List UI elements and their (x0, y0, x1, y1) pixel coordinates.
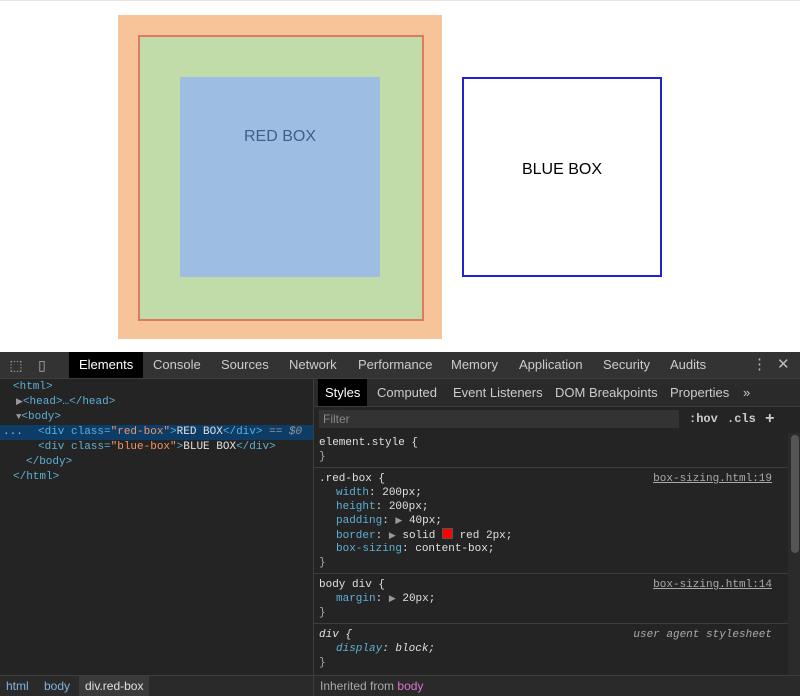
inherited-from-label: Inherited from body (313, 676, 423, 696)
tab-dom-breakpoints[interactable]: DOM Breakpoints (548, 379, 665, 406)
hover-state-toggle[interactable]: :hov (689, 410, 718, 428)
tab-console[interactable]: Console (143, 352, 211, 378)
dom-node-body-close[interactable]: </body> (0, 455, 313, 470)
more-options-icon[interactable]: ⋮ (752, 352, 767, 378)
styles-scrollbar[interactable] (788, 433, 800, 675)
decl-height[interactable]: height: 200px; (336, 500, 428, 514)
close-icon[interactable]: ✕ (777, 352, 790, 378)
style-rules: element.style { } .red-box { box-sizing.… (314, 433, 788, 675)
devtools-toolbar: ⬚ ▯ Elements Console Sources Network Per… (0, 352, 800, 379)
styles-filter-input[interactable]: Filter (319, 410, 679, 428)
decl-padding[interactable]: padding: ▶ 40px; (336, 514, 442, 528)
new-rule-plus-icon[interactable]: + (765, 410, 775, 428)
styles-filter-row: Filter :hov .cls + (314, 407, 800, 431)
rule-red-box: .red-box { box-sizing.html:19 width: 200… (314, 469, 788, 574)
class-toggle[interactable]: .cls (727, 410, 756, 428)
dom-node-red-box[interactable]: ... <div class="red-box">RED BOX</div> =… (0, 425, 313, 440)
elements-tree: <html> ▶<head>…</head> ▼<body> ... <div … (0, 379, 313, 675)
tab-styles[interactable]: Styles (318, 379, 368, 406)
tab-performance[interactable]: Performance (348, 352, 442, 378)
collapse-triangle-icon[interactable]: ▼ (0, 412, 21, 422)
tab-audits[interactable]: Audits (660, 352, 716, 378)
tab-network[interactable]: Network (279, 352, 347, 378)
tab-computed[interactable]: Computed (370, 379, 444, 406)
breadcrumb-body[interactable]: body (38, 676, 76, 696)
dom-node-head[interactable]: ▶<head>…</head> (0, 395, 313, 410)
breadcrumb: html body div.red-box Inherited from bod… (0, 675, 800, 696)
tab-properties[interactable]: Properties (663, 379, 736, 406)
node-actions-dots[interactable]: ... (3, 425, 23, 440)
red-box[interactable]: RED BOX (180, 77, 380, 277)
scrollbar-thumb[interactable] (791, 435, 799, 553)
styles-pane: Styles Computed Event Listeners DOM Brea… (313, 379, 800, 675)
inspect-element-icon[interactable]: ⬚ (7, 356, 25, 374)
blue-box[interactable]: BLUE BOX (462, 77, 662, 277)
source-link-red-box[interactable]: box-sizing.html:19 (653, 472, 772, 486)
blue-box-label: BLUE BOX (521, 161, 603, 178)
source-link-body-div[interactable]: box-sizing.html:14 (653, 578, 772, 592)
rule-element-style: element.style { } (314, 433, 788, 468)
styles-tabs: Styles Computed Event Listeners DOM Brea… (314, 379, 800, 407)
devtools-panel: ⬚ ▯ Elements Console Sources Network Per… (0, 352, 800, 696)
tab-event-listeners[interactable]: Event Listeners (446, 379, 550, 406)
decl-margin[interactable]: margin: ▶ 20px; (336, 592, 435, 606)
rule-body-div: body div { box-sizing.html:14 margin: ▶ … (314, 575, 788, 624)
tab-memory[interactable]: Memory (441, 352, 508, 378)
user-agent-label: user agent stylesheet (633, 629, 772, 641)
device-toolbar-icon[interactable]: ▯ (33, 356, 51, 374)
tab-security[interactable]: Security (593, 352, 660, 378)
expand-triangle-icon: ▶ (395, 516, 403, 526)
selected-marker: == $0 (269, 426, 303, 438)
tab-elements[interactable]: Elements (69, 352, 144, 378)
decl-display: display: block; (336, 643, 436, 655)
tab-sources[interactable]: Sources (211, 352, 279, 378)
breadcrumb-html[interactable]: html (0, 676, 35, 696)
tab-application[interactable]: Application (509, 352, 593, 378)
decl-box-sizing[interactable]: box-sizing: content-box; (336, 542, 494, 556)
expand-triangle-icon[interactable]: ▶ (0, 397, 23, 407)
inherited-from-link[interactable]: body (397, 679, 423, 693)
dom-node-html[interactable]: <html> (0, 380, 313, 395)
dom-node-blue-box[interactable]: <div class="blue-box">BLUE BOX</div> (0, 440, 313, 455)
expand-triangle-icon: ▶ (388, 594, 396, 604)
page-viewport: RED BOX BLUE BOX (0, 0, 800, 352)
decl-width[interactable]: width: 200px; (336, 486, 422, 500)
more-tabs-icon[interactable]: » (736, 379, 757, 406)
dom-node-body[interactable]: ▼<body> (0, 410, 313, 425)
expand-triangle-icon: ▶ (388, 531, 396, 541)
red-box-label: RED BOX (243, 128, 316, 145)
decl-border[interactable]: border: ▶ solid red 2px; (336, 528, 512, 542)
color-swatch-icon[interactable] (441, 528, 453, 539)
breadcrumb-div-red-box[interactable]: div.red-box (79, 676, 150, 696)
dom-node-html-close[interactable]: </html> (0, 470, 313, 485)
rule-div-user-agent: div { user agent stylesheet display: blo… (319, 629, 772, 669)
